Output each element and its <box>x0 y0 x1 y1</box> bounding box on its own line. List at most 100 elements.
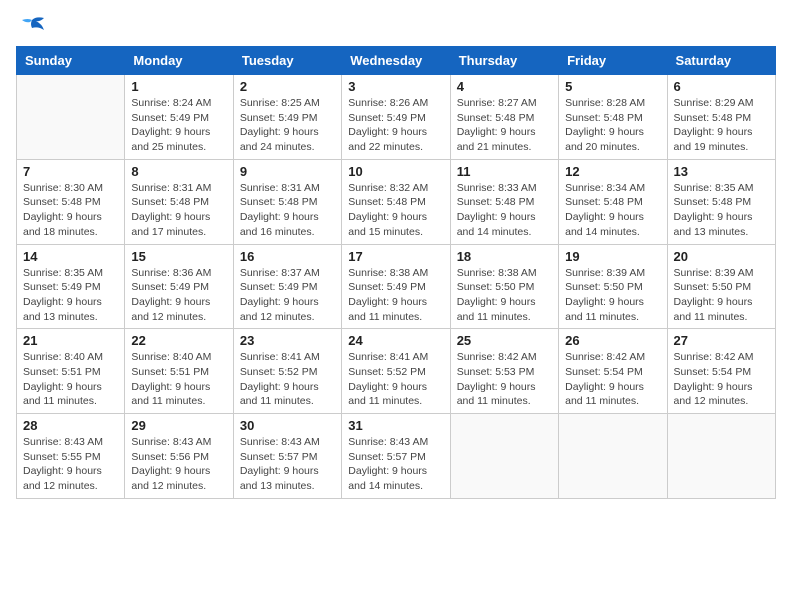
day-info: Sunrise: 8:35 AM Sunset: 5:48 PM Dayligh… <box>674 181 769 240</box>
day-info: Sunrise: 8:39 AM Sunset: 5:50 PM Dayligh… <box>674 266 769 325</box>
day-number: 22 <box>131 333 226 348</box>
calendar-cell: 21 Sunrise: 8:40 AM Sunset: 5:51 PM Dayli… <box>17 329 125 414</box>
calendar-cell: 4 Sunrise: 8:27 AM Sunset: 5:48 PM Daylig… <box>450 75 558 160</box>
day-number: 4 <box>457 79 552 94</box>
day-info: Sunrise: 8:24 AM Sunset: 5:49 PM Dayligh… <box>131 96 226 155</box>
day-info: Sunrise: 8:31 AM Sunset: 5:48 PM Dayligh… <box>240 181 335 240</box>
day-info: Sunrise: 8:40 AM Sunset: 5:51 PM Dayligh… <box>131 350 226 409</box>
day-info: Sunrise: 8:42 AM Sunset: 5:54 PM Dayligh… <box>565 350 660 409</box>
calendar-week-row: 21 Sunrise: 8:40 AM Sunset: 5:51 PM Dayli… <box>17 329 776 414</box>
day-number: 23 <box>240 333 335 348</box>
calendar-cell: 2Sunrise: 8:25 AM Sunset: 5:49 PM Daylig… <box>233 75 341 160</box>
calendar-cell: 1 Sunrise: 8:24 AM Sunset: 5:49 PM Daylig… <box>125 75 233 160</box>
day-info: Sunrise: 8:29 AM Sunset: 5:48 PM Dayligh… <box>674 96 769 155</box>
calendar-cell: 20 Sunrise: 8:39 AM Sunset: 5:50 PM Dayli… <box>667 244 775 329</box>
calendar-cell: 27 Sunrise: 8:42 AM Sunset: 5:54 PM Dayli… <box>667 329 775 414</box>
day-number: 21 <box>23 333 118 348</box>
calendar-cell: 23 Sunrise: 8:41 AM Sunset: 5:52 PM Dayli… <box>233 329 341 414</box>
calendar-cell: 10Sunrise: 8:32 AM Sunset: 5:48 PM Dayli… <box>342 159 450 244</box>
calendar-cell: 31 Sunrise: 8:43 AM Sunset: 5:57 PM Dayli… <box>342 414 450 499</box>
logo-bird-icon <box>18 16 46 38</box>
calendar-cell: 22 Sunrise: 8:40 AM Sunset: 5:51 PM Dayli… <box>125 329 233 414</box>
day-info: Sunrise: 8:38 AM Sunset: 5:50 PM Dayligh… <box>457 266 552 325</box>
calendar-cell: 15 Sunrise: 8:36 AM Sunset: 5:49 PM Dayli… <box>125 244 233 329</box>
calendar-table: SundayMondayTuesdayWednesdayThursdayFrid… <box>16 46 776 499</box>
calendar-cell <box>450 414 558 499</box>
day-number: 14 <box>23 249 118 264</box>
day-info: Sunrise: 8:40 AM Sunset: 5:51 PM Dayligh… <box>23 350 118 409</box>
col-header-friday: Friday <box>559 47 667 75</box>
calendar-week-row: 28Sunrise: 8:43 AM Sunset: 5:55 PM Dayli… <box>17 414 776 499</box>
day-number: 6 <box>674 79 769 94</box>
day-number: 29 <box>131 418 226 433</box>
calendar-cell <box>17 75 125 160</box>
calendar-cell: 16 Sunrise: 8:37 AM Sunset: 5:49 PM Dayli… <box>233 244 341 329</box>
day-number: 8 <box>131 164 226 179</box>
calendar-cell: 8Sunrise: 8:31 AM Sunset: 5:48 PM Daylig… <box>125 159 233 244</box>
col-header-thursday: Thursday <box>450 47 558 75</box>
col-header-tuesday: Tuesday <box>233 47 341 75</box>
day-info: Sunrise: 8:28 AM Sunset: 5:48 PM Dayligh… <box>565 96 660 155</box>
day-info: Sunrise: 8:41 AM Sunset: 5:52 PM Dayligh… <box>240 350 335 409</box>
calendar-header-row: SundayMondayTuesdayWednesdayThursdayFrid… <box>17 47 776 75</box>
col-header-wednesday: Wednesday <box>342 47 450 75</box>
day-number: 15 <box>131 249 226 264</box>
day-number: 19 <box>565 249 660 264</box>
day-number: 1 <box>131 79 226 94</box>
calendar-cell: 24Sunrise: 8:41 AM Sunset: 5:52 PM Dayli… <box>342 329 450 414</box>
day-info: Sunrise: 8:37 AM Sunset: 5:49 PM Dayligh… <box>240 266 335 325</box>
calendar-cell: 3 Sunrise: 8:26 AM Sunset: 5:49 PM Daylig… <box>342 75 450 160</box>
day-number: 11 <box>457 164 552 179</box>
calendar-cell: 12 Sunrise: 8:34 AM Sunset: 5:48 PM Dayli… <box>559 159 667 244</box>
day-number: 12 <box>565 164 660 179</box>
col-header-saturday: Saturday <box>667 47 775 75</box>
calendar-cell <box>559 414 667 499</box>
calendar-cell: 7Sunrise: 8:30 AM Sunset: 5:48 PM Daylig… <box>17 159 125 244</box>
calendar-cell: 26 Sunrise: 8:42 AM Sunset: 5:54 PM Dayli… <box>559 329 667 414</box>
day-number: 5 <box>565 79 660 94</box>
day-number: 24 <box>348 333 443 348</box>
day-number: 7 <box>23 164 118 179</box>
page-header <box>16 16 776 38</box>
day-number: 16 <box>240 249 335 264</box>
day-info: Sunrise: 8:25 AM Sunset: 5:49 PM Dayligh… <box>240 96 335 155</box>
calendar-cell: 9 Sunrise: 8:31 AM Sunset: 5:48 PM Daylig… <box>233 159 341 244</box>
day-number: 10 <box>348 164 443 179</box>
day-info: Sunrise: 8:27 AM Sunset: 5:48 PM Dayligh… <box>457 96 552 155</box>
day-number: 27 <box>674 333 769 348</box>
day-info: Sunrise: 8:43 AM Sunset: 5:57 PM Dayligh… <box>348 435 443 494</box>
day-number: 26 <box>565 333 660 348</box>
day-info: Sunrise: 8:43 AM Sunset: 5:55 PM Dayligh… <box>23 435 118 494</box>
calendar-cell: 6 Sunrise: 8:29 AM Sunset: 5:48 PM Daylig… <box>667 75 775 160</box>
day-info: Sunrise: 8:43 AM Sunset: 5:57 PM Dayligh… <box>240 435 335 494</box>
day-number: 9 <box>240 164 335 179</box>
col-header-sunday: Sunday <box>17 47 125 75</box>
day-info: Sunrise: 8:34 AM Sunset: 5:48 PM Dayligh… <box>565 181 660 240</box>
calendar-cell: 5 Sunrise: 8:28 AM Sunset: 5:48 PM Daylig… <box>559 75 667 160</box>
day-number: 3 <box>348 79 443 94</box>
day-number: 25 <box>457 333 552 348</box>
day-info: Sunrise: 8:38 AM Sunset: 5:49 PM Dayligh… <box>348 266 443 325</box>
day-number: 18 <box>457 249 552 264</box>
calendar-cell: 19Sunrise: 8:39 AM Sunset: 5:50 PM Dayli… <box>559 244 667 329</box>
calendar-cell: 11Sunrise: 8:33 AM Sunset: 5:48 PM Dayli… <box>450 159 558 244</box>
calendar-cell: 30 Sunrise: 8:43 AM Sunset: 5:57 PM Dayli… <box>233 414 341 499</box>
logo <box>16 16 46 38</box>
day-info: Sunrise: 8:36 AM Sunset: 5:49 PM Dayligh… <box>131 266 226 325</box>
calendar-week-row: 1 Sunrise: 8:24 AM Sunset: 5:49 PM Daylig… <box>17 75 776 160</box>
day-number: 30 <box>240 418 335 433</box>
day-number: 20 <box>674 249 769 264</box>
day-number: 17 <box>348 249 443 264</box>
calendar-cell: 14Sunrise: 8:35 AM Sunset: 5:49 PM Dayli… <box>17 244 125 329</box>
calendar-cell: 18 Sunrise: 8:38 AM Sunset: 5:50 PM Dayli… <box>450 244 558 329</box>
day-number: 31 <box>348 418 443 433</box>
calendar-week-row: 14Sunrise: 8:35 AM Sunset: 5:49 PM Dayli… <box>17 244 776 329</box>
calendar-cell: 25Sunrise: 8:42 AM Sunset: 5:53 PM Dayli… <box>450 329 558 414</box>
day-number: 13 <box>674 164 769 179</box>
calendar-cell: 29Sunrise: 8:43 AM Sunset: 5:56 PM Dayli… <box>125 414 233 499</box>
calendar-cell <box>667 414 775 499</box>
day-info: Sunrise: 8:42 AM Sunset: 5:54 PM Dayligh… <box>674 350 769 409</box>
calendar-cell: 28Sunrise: 8:43 AM Sunset: 5:55 PM Dayli… <box>17 414 125 499</box>
calendar-cell: 17 Sunrise: 8:38 AM Sunset: 5:49 PM Dayli… <box>342 244 450 329</box>
day-info: Sunrise: 8:26 AM Sunset: 5:49 PM Dayligh… <box>348 96 443 155</box>
